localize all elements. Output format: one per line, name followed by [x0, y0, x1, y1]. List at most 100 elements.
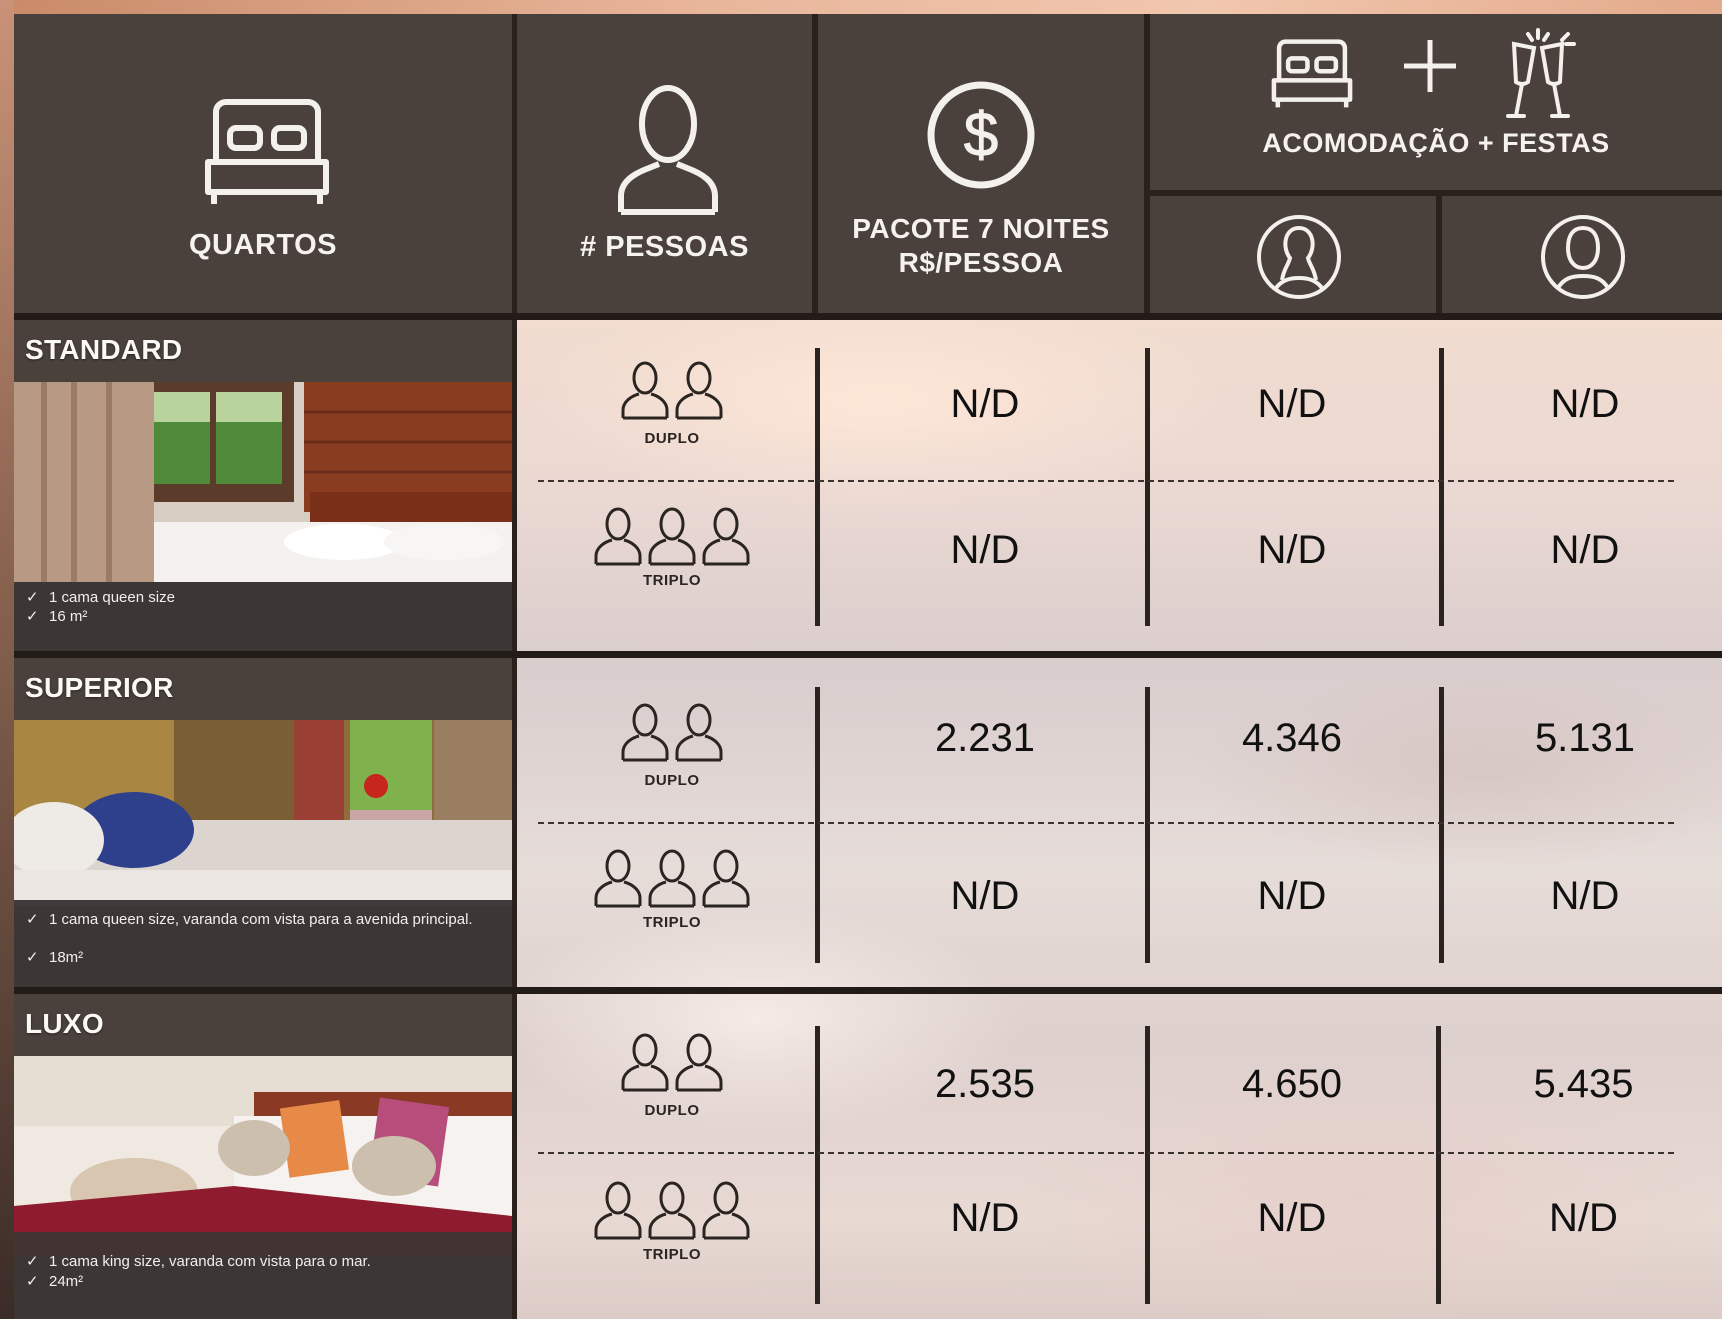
price-pacote: 2.231 [934, 716, 1036, 760]
row-separator [538, 1152, 1674, 1154]
check-icon: ✓ [26, 1253, 39, 1270]
occupancy-label: TRIPLO [643, 914, 701, 931]
header-pacote: $ PACOTE 7 NOITES R$/PESSOA [818, 14, 1144, 314]
price-combo-male: N/D [1550, 528, 1620, 572]
three-people-icon [594, 849, 750, 908]
header-combo: ACOMODAÇÃO + FESTAS [1150, 14, 1722, 190]
room-features: ✓ 1 cama queen size ✓ 16 m² [14, 582, 512, 651]
feature-text: 1 cama king size, varanda com vista para… [49, 1253, 371, 1270]
occupancy-label: DUPLO [644, 772, 700, 789]
feature-item: ✓ 16 m² [26, 607, 500, 626]
column-separator [1439, 348, 1444, 626]
occupancy-label: TRIPLO [643, 1246, 701, 1263]
room-card-superior: SUPERIOR ✓ 1 cama queen size, varanda co… [14, 658, 512, 987]
header-quartos: QUARTOS [14, 14, 512, 314]
price-pacote: N/D [950, 382, 1020, 426]
header-combo-male [1442, 196, 1722, 314]
two-people-icon [621, 361, 723, 420]
dollar-icon: $ [927, 81, 1035, 189]
occupancy-triplo: TRIPLO [590, 1180, 754, 1270]
male-icon [1541, 215, 1625, 299]
room-title: SUPERIOR [25, 672, 174, 703]
price-pacote: N/D [950, 528, 1020, 572]
combo-label: ACOMODAÇÃO + FESTAS [1262, 128, 1610, 158]
feature-text: 18m² [49, 949, 84, 966]
room-features: ✓ 1 cama king size, varanda com vista pa… [14, 1232, 512, 1319]
feature-text: 1 cama queen size, varanda com vista par… [49, 911, 473, 928]
feature-item: ✓ 1 cama queen size, varanda com vista p… [26, 910, 500, 929]
price-combo-female: 4.650 [1241, 1062, 1343, 1106]
three-people-icon [594, 1181, 750, 1240]
feature-item: ✓ 24m² [26, 1272, 500, 1291]
row-separator [538, 822, 1674, 824]
champagne-icon [1506, 28, 1576, 118]
bed-icon [1271, 39, 1353, 108]
data-area-background [517, 320, 1722, 1319]
header-pessoas: # PESSOAS [517, 14, 812, 314]
column-separator [1145, 348, 1150, 626]
pessoas-label: # PESSOAS [580, 231, 749, 263]
price-combo-male: N/D [1550, 382, 1620, 426]
room-features: ✓ 1 cama queen size, varanda com vista p… [14, 906, 512, 987]
check-icon: ✓ [26, 911, 39, 928]
feature-item: ✓ 1 cama queen size [26, 588, 500, 607]
room-card-standard: STANDARD ✓ 1 cama queen size ✓ 16 m² [14, 320, 512, 651]
occupancy-label: TRIPLO [643, 572, 701, 589]
two-people-icon [621, 703, 723, 762]
plus-icon [1404, 40, 1456, 92]
price-combo-male: N/D [1550, 874, 1620, 918]
occupancy-label: DUPLO [644, 430, 700, 447]
price-combo-male: 5.435 [1533, 1062, 1634, 1106]
female-icon [1257, 215, 1341, 299]
price-combo-female: 4.346 [1241, 716, 1343, 760]
column-separator [815, 1026, 820, 1304]
pacote-label-line1: PACOTE 7 NOITES [852, 213, 1110, 244]
occupancy-triplo: TRIPLO [590, 506, 754, 596]
price-combo-female: N/D [1257, 874, 1327, 918]
check-icon: ✓ [26, 1273, 39, 1290]
feature-item: ✓ 18m² [26, 948, 500, 967]
person-icon [618, 85, 718, 215]
column-separator [1145, 687, 1150, 963]
column-separator [1436, 1026, 1441, 1304]
bed-icon [205, 99, 329, 204]
check-icon: ✓ [26, 608, 39, 625]
price-table-page: QUARTOS # PESSOAS $ PACOTE 7 NOITES R$/P… [0, 0, 1722, 1319]
header-divider [14, 313, 1722, 320]
occupancy-triplo: TRIPLO [590, 848, 754, 938]
two-people-icon [621, 1033, 723, 1092]
price-combo-female: N/D [1257, 1196, 1327, 1240]
price-combo-female: N/D [1257, 528, 1327, 572]
price-pacote: 2.535 [934, 1062, 1036, 1106]
quartos-label: QUARTOS [189, 229, 337, 261]
feature-text: 24m² [49, 1273, 84, 1290]
check-icon: ✓ [26, 949, 39, 966]
band-divider [14, 987, 1722, 994]
price-combo-female: N/D [1257, 382, 1327, 426]
room-title: STANDARD [25, 334, 183, 365]
pacote-label-line2: R$/PESSOA [898, 247, 1064, 278]
check-icon: ✓ [26, 589, 39, 606]
room-card-luxo: LUXO ✓ 1 cama king size, varanda com vis… [14, 994, 512, 1319]
feature-text: 16 m² [49, 608, 88, 625]
column-separator [1439, 687, 1444, 963]
header-combo-female [1150, 196, 1436, 314]
feature-item: ✓ 1 cama king size, varanda com vista pa… [26, 1252, 500, 1271]
column-separator [1145, 1026, 1150, 1304]
row-separator [538, 480, 1674, 482]
svg-text:$: $ [964, 101, 998, 170]
price-combo-male: N/D [1549, 1196, 1618, 1240]
occupancy-duplo: DUPLO [600, 360, 744, 450]
sunset-strip [0, 0, 1722, 14]
band-divider [14, 651, 1722, 658]
column-separator [815, 687, 820, 963]
occupancy-label: DUPLO [644, 1102, 700, 1119]
column-separator [815, 348, 820, 626]
price-combo-male: 5.131 [1534, 716, 1636, 760]
feature-text: 1 cama queen size [49, 589, 175, 606]
occupancy-duplo: DUPLO [600, 1032, 744, 1122]
occupancy-duplo: DUPLO [600, 702, 744, 792]
left-edge [0, 0, 14, 1319]
three-people-icon [594, 507, 750, 566]
price-pacote: N/D [950, 1196, 1020, 1240]
